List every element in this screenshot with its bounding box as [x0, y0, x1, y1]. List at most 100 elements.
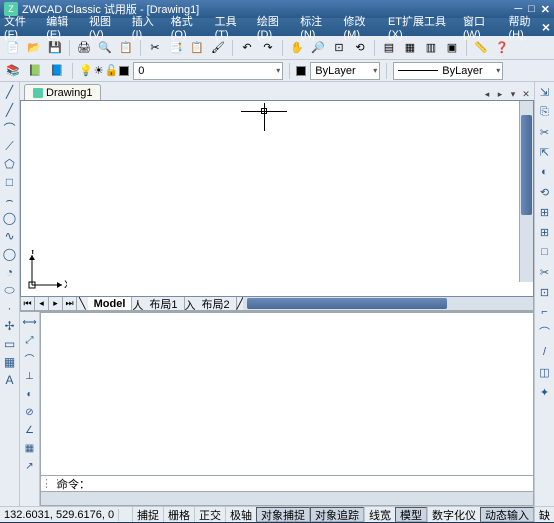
draw-tool-5[interactable]: □	[2, 174, 18, 190]
props-icon[interactable]: ▤	[380, 39, 398, 57]
dim-aligned-icon[interactable]: ⤢	[22, 332, 38, 348]
dist-icon[interactable]: 📏	[472, 39, 490, 57]
status-ortho[interactable]: 正交	[194, 507, 225, 522]
dim-dia-icon[interactable]: ⊘	[22, 404, 38, 420]
tp-icon[interactable]: ▥	[422, 39, 440, 57]
help-icon[interactable]: ❓	[493, 39, 511, 57]
draw-tool-15[interactable]: ▦	[2, 354, 18, 370]
sheet-tab-layout1[interactable]: 布局1	[143, 297, 184, 310]
paste-icon[interactable]: 📋	[188, 39, 206, 57]
dim-ang-icon[interactable]: ∠	[22, 422, 38, 438]
redo-icon[interactable]: ↷	[259, 39, 277, 57]
vertical-scrollbar[interactable]	[519, 101, 533, 282]
draw-tool-9[interactable]: ◯	[2, 246, 18, 262]
dim-table-icon[interactable]: ▦	[22, 440, 38, 456]
cut-icon[interactable]: ✂	[146, 39, 164, 57]
tab-next-icon[interactable]: ▸	[494, 88, 506, 100]
modify-tool-6[interactable]: ⊞	[537, 204, 553, 220]
modify-tool-11[interactable]: ⌐	[537, 304, 553, 320]
draw-tool-8[interactable]: ∿	[2, 228, 18, 244]
modify-tool-14[interactable]: ◫	[537, 364, 553, 380]
modify-tool-12[interactable]: ⌒	[537, 324, 553, 340]
status-ann[interactable]: 缺	[534, 507, 554, 522]
modify-tool-4[interactable]: ◐	[537, 164, 553, 180]
layer-prev-icon[interactable]: 📗	[26, 62, 44, 80]
status-lineweight[interactable]: 线宽	[364, 507, 395, 522]
modify-tool-3[interactable]: ⇱	[537, 144, 553, 160]
modify-tool-1[interactable]: ⎘	[537, 104, 553, 120]
draw-tool-10[interactable]: ◔	[2, 264, 18, 280]
status-polar[interactable]: 极轴	[225, 507, 256, 522]
color-swatch[interactable]	[296, 66, 306, 76]
sheet-prev-icon[interactable]: ◂	[35, 297, 49, 310]
draw-tool-1[interactable]: ╱	[2, 102, 18, 118]
doc-close-button[interactable]: ×	[542, 19, 550, 35]
dc-icon[interactable]: ▦	[401, 39, 419, 57]
status-otrack[interactable]: 对象追踪	[310, 507, 364, 522]
sheet-tab-layout2[interactable]: 布局2	[196, 297, 237, 310]
layer-state-icon[interactable]: 📘	[48, 62, 66, 80]
coord-readout[interactable]: 132.6031, 529.6176, 0	[0, 509, 119, 521]
modify-tool-0[interactable]: ⇲	[537, 84, 553, 100]
sheet-next-icon[interactable]: ▸	[49, 297, 63, 310]
dim-ord-icon[interactable]: ⊥	[22, 368, 38, 384]
copy-icon[interactable]: 📑	[167, 39, 185, 57]
dim-arc-icon[interactable]: ⌒	[22, 350, 38, 366]
status-digitizer[interactable]: 数字化仪	[427, 507, 480, 522]
save-icon[interactable]: 💾	[46, 39, 64, 57]
modify-tool-13[interactable]: /	[537, 344, 553, 360]
dim-qleader-icon[interactable]: ↗	[22, 458, 38, 474]
draw-tool-6[interactable]: ⌢	[2, 192, 18, 208]
modify-tool-9[interactable]: ✂	[537, 264, 553, 280]
draw-tool-13[interactable]: ✢	[2, 318, 18, 334]
preview-icon[interactable]: 🔍	[96, 39, 114, 57]
modify-tool-8[interactable]: □	[537, 244, 553, 260]
status-grid[interactable]: 栅格	[163, 507, 194, 522]
dim-linear-icon[interactable]: ⟷	[22, 314, 38, 330]
modify-tool-10[interactable]: ⊡	[537, 284, 553, 300]
command-line[interactable]: ⋮⋮ 命令：	[40, 476, 534, 492]
drawing-canvas[interactable]: X Y	[20, 100, 534, 297]
status-snap[interactable]: 捕捉	[132, 507, 163, 522]
new-icon[interactable]: 📄	[4, 39, 22, 57]
status-osnap[interactable]: 对象捕捉	[256, 507, 310, 522]
tab-list-icon[interactable]: ▾	[507, 88, 519, 100]
modify-tool-15[interactable]: ✦	[537, 384, 553, 400]
tab-prev-icon[interactable]: ◂	[481, 88, 493, 100]
modify-tool-5[interactable]: ⟲	[537, 184, 553, 200]
linetype-dropdown[interactable]: ByLayer	[393, 62, 503, 80]
cmd-scrollbar[interactable]	[40, 492, 534, 506]
draw-tool-4[interactable]: ⬠	[2, 156, 18, 172]
zoom-win-icon[interactable]: ⊡	[330, 39, 348, 57]
sheet-first-icon[interactable]: ⏮	[21, 297, 35, 310]
status-dyn[interactable]: 动态输入	[480, 507, 534, 522]
draw-tool-11[interactable]: ⬭	[2, 282, 18, 298]
publish-icon[interactable]: 📋	[117, 39, 135, 57]
modify-tool-7[interactable]: ⊞	[537, 224, 553, 240]
status-model[interactable]: 模型	[395, 507, 427, 522]
pan-icon[interactable]: ✋	[288, 39, 306, 57]
horizontal-scrollbar[interactable]	[243, 297, 533, 310]
layer-dropdown[interactable]: 0	[133, 62, 283, 80]
zoom-prev-icon[interactable]: ⟲	[351, 39, 369, 57]
draw-tool-3[interactable]: ⟋	[2, 138, 18, 154]
close-button[interactable]: ✕	[541, 3, 550, 16]
draw-tool-7[interactable]: ◯	[2, 210, 18, 226]
draw-tool-16[interactable]: A	[2, 372, 18, 388]
sheet-tab-model[interactable]: Model	[88, 297, 133, 310]
modify-tool-2[interactable]: ✂	[537, 124, 553, 140]
grip-icon[interactable]: ⋮⋮	[41, 477, 55, 490]
draw-tool-12[interactable]: ·	[2, 300, 18, 316]
draw-tool-2[interactable]: ⌒	[2, 120, 18, 136]
command-history[interactable]	[40, 312, 534, 476]
match-icon[interactable]: 🖌	[209, 39, 227, 57]
tab-close-icon[interactable]: ✕	[520, 88, 532, 100]
color-dropdown[interactable]: ByLayer	[310, 62, 380, 80]
dim-rad-icon[interactable]: ◐	[22, 386, 38, 402]
print-icon[interactable]: 🖨	[75, 39, 93, 57]
sheet-last-icon[interactable]: ⏭	[63, 297, 77, 310]
draw-tool-0[interactable]: ╱	[2, 84, 18, 100]
ss-icon[interactable]: ▣	[443, 39, 461, 57]
undo-icon[interactable]: ↶	[238, 39, 256, 57]
zoom-rt-icon[interactable]: 🔎	[309, 39, 327, 57]
